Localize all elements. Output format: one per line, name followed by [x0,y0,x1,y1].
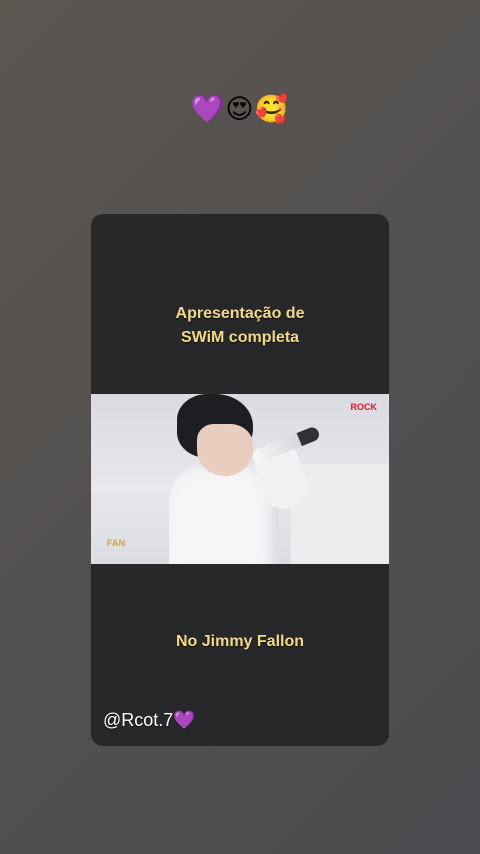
shared-post-card[interactable]: Apresentação de SWiM completa ROCK FAN N… [91,214,389,746]
caption-bottom: No Jimmy Fallon [175,633,305,650]
corner-watermark: FAN [107,538,125,548]
author-handle[interactable]: @Rcot.7💜 [103,708,196,733]
performer-face [197,424,253,476]
video-thumbnail[interactable]: ROCK FAN [91,394,389,564]
caption-top: Apresentação de SWiM completa [175,305,305,346]
story-emoji-sticker: 💜😍🥰 [190,94,290,125]
author-handle-text: @Rcot.7 [103,710,174,730]
purple-heart-icon: 💜 [173,710,196,731]
station-logo: ROCK [350,402,378,412]
